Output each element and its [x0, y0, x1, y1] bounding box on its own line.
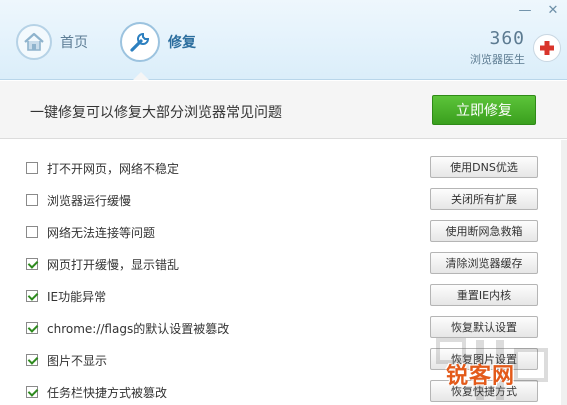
issue-fix-button[interactable]: 关闭所有扩展 [430, 188, 538, 210]
issue-checkbox[interactable] [26, 258, 38, 270]
issue-checkbox[interactable] [26, 226, 38, 238]
issue-row: 浏览器运行缓慢 关闭所有扩展 [0, 184, 567, 216]
active-tab-pointer [133, 72, 149, 80]
issue-row: 网页打开缓慢，显示错乱 清除浏览器缓存 [0, 248, 567, 280]
issue-checkbox[interactable] [26, 194, 38, 206]
fix-now-button[interactable]: 立即修复 [432, 95, 536, 125]
issue-row: 任务栏快捷方式被篡改 恢复快捷方式 [0, 376, 567, 405]
issue-label: chrome://flags的默认设置被篡改 [47, 322, 230, 336]
nav-home-label: 首页 [60, 35, 88, 51]
issue-checkbox[interactable] [26, 162, 38, 174]
medical-cross-icon [533, 34, 561, 62]
brand: 360 浏览器医生 [470, 30, 525, 67]
issue-checkbox[interactable] [26, 290, 38, 302]
issue-label: 图片不显示 [47, 354, 108, 368]
issue-label: IE功能异常 [47, 290, 107, 304]
issue-row: IE功能异常 重置IE内核 [0, 280, 567, 312]
issue-row: 网络无法连接等问题 使用断网急救箱 [0, 216, 567, 248]
issue-checkbox[interactable] [26, 354, 38, 366]
issue-list: 打不开网页，网络不稳定 使用DNS优选浏览器运行缓慢 关闭所有扩展网络无法连接等问题… [0, 152, 567, 405]
issue-fix-button[interactable]: 重置IE内核 [430, 284, 538, 306]
issue-fix-button[interactable]: 恢复图片设置 [430, 348, 538, 370]
issue-checkbox[interactable] [26, 322, 38, 334]
issue-fix-button[interactable]: 清除浏览器缓存 [430, 252, 538, 274]
banner-text: 一键修复可以修复大部分浏览器常见问题 [30, 105, 282, 121]
issue-fix-button[interactable]: 恢复快捷方式 [430, 380, 538, 402]
issue-fix-button[interactable]: 使用DNS优选 [430, 156, 538, 178]
issue-label: 打不开网页，网络不稳定 [47, 162, 180, 176]
issue-fix-button[interactable]: 恢复默认设置 [430, 316, 538, 338]
close-button[interactable]: ✕ [539, 0, 567, 20]
brand-number: 360 [489, 28, 525, 49]
wrench-icon [120, 22, 160, 62]
banner: 一键修复可以修复大部分浏览器常见问题 立即修复 [0, 81, 567, 139]
issue-row: 图片不显示 恢复图片设置 [0, 344, 567, 376]
issue-label: 任务栏快捷方式被篡改 [47, 386, 168, 400]
issue-row: chrome://flags的默认设置被篡改 恢复默认设置 [0, 312, 567, 344]
header-bar: 首页 修复 — ✕ 360 浏览器医生 [0, 0, 567, 80]
window-controls: — ✕ [511, 0, 567, 20]
issue-label: 网页打开缓慢，显示错乱 [47, 258, 180, 272]
nav-repair[interactable]: 修复 [120, 22, 196, 62]
scrollbar[interactable] [561, 140, 567, 405]
issue-fix-button[interactable]: 使用断网急救箱 [430, 220, 538, 242]
home-icon [16, 24, 52, 60]
issue-label: 浏览器运行缓慢 [47, 194, 132, 208]
nav-home[interactable]: 首页 [16, 22, 88, 62]
issue-label: 网络无法连接等问题 [47, 226, 156, 240]
issue-checkbox[interactable] [26, 386, 38, 398]
nav-repair-label: 修复 [168, 35, 196, 51]
minimize-button[interactable]: — [511, 0, 539, 20]
issue-row: 打不开网页，网络不稳定 使用DNS优选 [0, 152, 567, 184]
brand-name: 浏览器医生 [470, 53, 525, 66]
